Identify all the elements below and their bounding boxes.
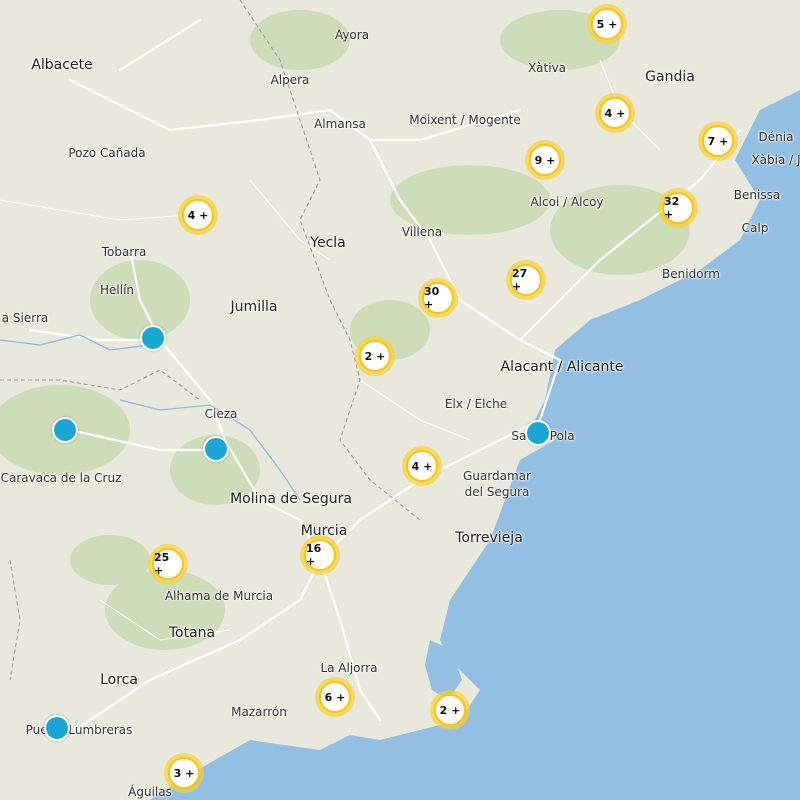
- place-label: Cieza: [204, 407, 238, 421]
- place-label: Lorca: [100, 672, 138, 688]
- place-label: Ayora: [334, 28, 370, 42]
- place-label: Torrevieja: [455, 530, 523, 546]
- cluster-marker[interactable]: 6 +: [315, 677, 355, 717]
- place-label: Caravaca de la Cruz: [0, 471, 122, 485]
- place-label: Xàbia / J: [751, 153, 800, 167]
- place-label: Guardamar: [463, 469, 531, 483]
- place-label: Puerto Lumbreras: [25, 723, 133, 737]
- cluster-count: 9 +: [529, 144, 561, 176]
- location-marker[interactable]: [140, 325, 166, 351]
- cluster-marker[interactable]: 2 +: [355, 336, 395, 376]
- cluster-marker[interactable]: 4 +: [402, 446, 442, 486]
- cluster-count: 25 +: [152, 548, 184, 580]
- place-label: Albacete: [31, 57, 93, 73]
- place-label: Dénia: [758, 130, 794, 144]
- cluster-marker[interactable]: 7 +: [698, 121, 738, 161]
- cluster-count: 4 +: [406, 450, 438, 482]
- place-label: Mazarrón: [231, 705, 287, 719]
- location-marker[interactable]: [203, 436, 229, 462]
- cluster-marker[interactable]: 9 +: [525, 140, 565, 180]
- place-label: Elx / Elche: [444, 397, 508, 411]
- cluster-count: 3 +: [168, 757, 200, 789]
- cluster-count: 16 +: [304, 539, 336, 571]
- map-canvas[interactable]: Albacete Ayora Xàtiva Gandia Alpera Alma…: [0, 0, 800, 800]
- place-label: Gandia: [645, 69, 695, 85]
- cluster-count: 27 +: [510, 264, 542, 296]
- cluster-count: 32 +: [662, 192, 694, 224]
- cluster-marker[interactable]: 3 +: [164, 753, 204, 793]
- place-label: Xàtiva: [527, 61, 567, 75]
- cluster-count: 2 +: [359, 340, 391, 372]
- cluster-count: 7 +: [702, 125, 734, 157]
- cluster-marker[interactable]: 32 +: [658, 188, 698, 228]
- place-label: Totana: [168, 625, 216, 641]
- cluster-count: 2 +: [434, 694, 466, 726]
- place-label: Molina de Segura: [230, 491, 352, 507]
- place-label: Alacant / Alicante: [500, 359, 624, 375]
- place-label: Tobarra: [101, 245, 147, 259]
- place-label: Villena: [401, 225, 443, 239]
- place-label: Yecla: [310, 235, 346, 251]
- location-marker[interactable]: [44, 715, 70, 741]
- cluster-count: 4 +: [182, 199, 214, 231]
- place-label: Jumilla: [230, 299, 278, 315]
- place-label: Alcoi / Alcoy: [530, 195, 604, 209]
- place-label: Alpera: [270, 73, 310, 87]
- cluster-marker[interactable]: 5 +: [587, 4, 627, 44]
- place-label: Pozo Cañada: [68, 146, 146, 160]
- place-label: del Segura: [464, 485, 530, 499]
- cluster-count: 5 +: [591, 8, 623, 40]
- cluster-marker[interactable]: 27 +: [506, 260, 546, 300]
- place-label: Calp: [741, 221, 769, 235]
- place-label: La Aljorra: [320, 661, 378, 675]
- cluster-marker[interactable]: 4 +: [178, 195, 218, 235]
- cluster-marker[interactable]: 16 +: [300, 535, 340, 575]
- place-label: a Sierra: [1, 311, 49, 325]
- cluster-marker[interactable]: 30 +: [418, 278, 458, 318]
- place-label: Moixent / Mogente: [409, 113, 521, 127]
- place-label: Benissa: [733, 188, 781, 202]
- cluster-count: 30 +: [422, 282, 454, 314]
- location-marker[interactable]: [525, 420, 551, 446]
- place-label: Almansa: [314, 117, 366, 131]
- cluster-count: 4 +: [599, 97, 631, 129]
- cluster-marker[interactable]: 4 +: [595, 93, 635, 133]
- place-label: Águilas: [128, 785, 172, 799]
- cluster-marker[interactable]: 25 +: [148, 544, 188, 584]
- place-label: Benidorm: [662, 267, 720, 281]
- cluster-marker[interactable]: 2 +: [430, 690, 470, 730]
- place-label: Alhama de Murcia: [164, 589, 274, 603]
- cluster-count: 6 +: [319, 681, 351, 713]
- location-marker[interactable]: [52, 417, 78, 443]
- place-label: Hellín: [99, 283, 135, 297]
